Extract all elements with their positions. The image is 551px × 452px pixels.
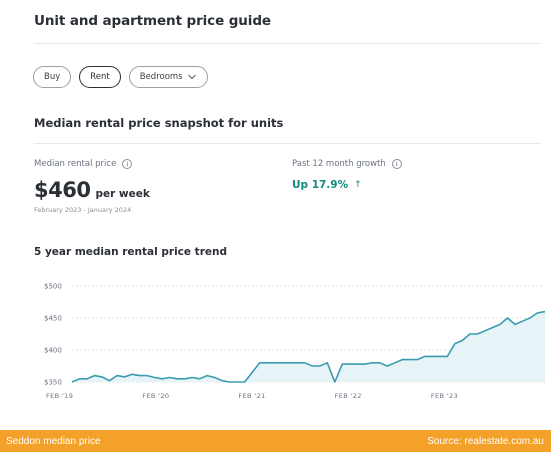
median-price-unit: per week bbox=[95, 188, 150, 200]
arrow-up-icon: ↑ bbox=[354, 180, 362, 190]
y-tick-label: $350 bbox=[44, 379, 62, 387]
divider bbox=[34, 143, 541, 144]
caption-banner: Seddon median price Source: realestate.c… bbox=[0, 430, 551, 452]
tab-rent[interactable]: Rent bbox=[79, 66, 121, 88]
banner-source: Source: realestate.com.au bbox=[427, 435, 544, 447]
x-tick-label: FEB '20 bbox=[142, 392, 169, 400]
trend-chart-svg: $500 $450 $400 $350 FEB '19 FEB '20 FEB '21 FEB… bbox=[44, 283, 546, 400]
tab-buy[interactable]: Buy bbox=[33, 66, 72, 88]
trend-title: 5 year median rental price trend bbox=[34, 246, 227, 258]
price-guide-panel: Unit and apartment price guide Buy Rent … bbox=[0, 0, 551, 430]
chevron-down-icon bbox=[187, 74, 196, 80]
growth-label: Past 12 month growth bbox=[292, 159, 386, 169]
x-tick-label: FEB '22 bbox=[335, 392, 362, 400]
growth-label-row: Past 12 month growth i bbox=[292, 159, 402, 169]
median-price-value: $460 bbox=[34, 178, 91, 202]
tab-rent-label: Rent bbox=[90, 72, 110, 82]
median-price-row: $460 per week bbox=[34, 178, 150, 202]
bedrooms-label: Bedrooms bbox=[139, 72, 183, 82]
bedrooms-dropdown[interactable]: Bedrooms bbox=[128, 66, 208, 88]
growth-block: Past 12 month growth i Up 17.9% ↑ bbox=[292, 159, 402, 191]
divider bbox=[34, 43, 541, 44]
median-price-label: Median rental price bbox=[34, 159, 117, 169]
snapshot-title: Median rental price snapshot for units bbox=[34, 116, 284, 130]
series-area bbox=[72, 311, 545, 382]
median-price-period: February 2023 - January 2024 bbox=[34, 206, 132, 214]
y-tick-label: $450 bbox=[44, 315, 62, 323]
banner-title: Seddon median price bbox=[6, 435, 101, 447]
filter-tabs: Buy Rent Bedrooms bbox=[33, 66, 208, 88]
median-price-label-row: Median rental price i bbox=[34, 159, 150, 169]
page-title: Unit and apartment price guide bbox=[34, 13, 271, 29]
info-icon[interactable]: i bbox=[391, 159, 402, 169]
x-tick-label: FEB '19 bbox=[46, 392, 73, 400]
tab-buy-label: Buy bbox=[44, 72, 61, 82]
y-tick-label: $400 bbox=[44, 347, 62, 355]
x-tick-label: FEB '21 bbox=[238, 392, 265, 400]
info-icon[interactable]: i bbox=[122, 159, 133, 169]
growth-value-row: Up 17.9% ↑ bbox=[292, 179, 402, 191]
median-price-block: Median rental price i $460 per week Febr… bbox=[34, 159, 150, 214]
trend-chart: $500 $450 $400 $350 FEB '19 FEB '20 FEB '21 FEB… bbox=[0, 270, 551, 406]
x-tick-label: FEB '23 bbox=[431, 392, 458, 400]
growth-value: Up 17.9% bbox=[292, 179, 349, 191]
y-tick-label: $500 bbox=[44, 283, 62, 291]
